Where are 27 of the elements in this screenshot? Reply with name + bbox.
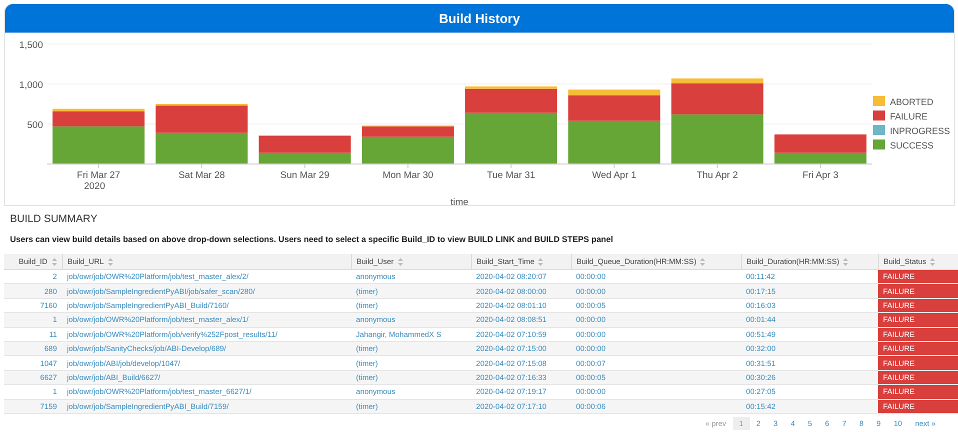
sort-icon — [538, 258, 544, 266]
legend-label: ABORTED — [890, 97, 934, 107]
sort-icon — [398, 258, 403, 266]
year-label: 2020 — [84, 181, 106, 192]
y-tick-label: 500 — [27, 120, 43, 131]
legend-label: INPROGRESS — [890, 126, 950, 136]
x-tick-label: Fri Mar 27 — [76, 170, 120, 181]
sort-icon — [52, 258, 56, 266]
sort-icon — [843, 258, 848, 266]
sort-icon — [700, 258, 706, 266]
x-axis-title: time — [450, 197, 468, 205]
legend-label: FAILURE — [890, 112, 928, 122]
description-text: Users can view build details based on above drop-down selections. Users need to select a specific Build_ID to view BUILD LINK and BUILD STEPS panel — [10, 234, 614, 244]
x-tick-label: Thu Apr 2 — [696, 170, 738, 181]
x-tick-label: Mon Mar 30 — [382, 170, 434, 181]
legend-label: SUCCESS — [890, 140, 934, 150]
x-tick-label: Wed Apr 1 — [592, 170, 636, 181]
x-tick-label: Tue Mar 31 — [486, 170, 536, 181]
section-heading: BUILD SUMMARY — [10, 213, 98, 225]
panel-title: Build History — [439, 10, 520, 26]
x-tick-label: Sun Mar 29 — [280, 170, 330, 181]
y-tick-label: 1,500 — [19, 40, 43, 51]
x-tick-label: Fri Apr 3 — [802, 170, 838, 181]
sort-icon — [108, 258, 113, 266]
x-tick-label: Sat Mar 28 — [178, 170, 225, 181]
y-tick-label: 1,000 — [19, 80, 43, 91]
sort-icon — [930, 258, 936, 266]
